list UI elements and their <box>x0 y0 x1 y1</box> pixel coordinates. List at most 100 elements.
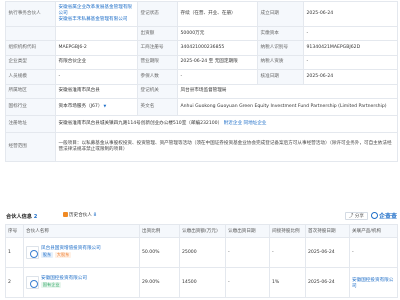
qcc-logo-icon <box>370 212 378 219</box>
business-info-table: 执行事务合伙人 安徽省属企业改革发展基金管理有限公司 安徽省丰禾私募基金管理有限… <box>5 1 398 162</box>
org-code-value: MAEPGBJ6-2 <box>55 40 138 56</box>
qcc-logo: 企查查 <box>370 211 397 220</box>
info-row-address: 注册地址 安徽省淮南市凤台县城关镇四九路114号创新创业办公楼510室（邮编23… <box>5 114 398 133</box>
row-first-date: 2025-06-24 <box>305 267 350 298</box>
row-indirect: - <box>269 237 306 268</box>
row-amount: 25000 <box>179 237 226 268</box>
same-address-link[interactable]: 同地址企业 <box>244 121 267 126</box>
row-ratio: 29.00% <box>139 267 180 298</box>
info-row-industry: 国标行业 资本市场服务（J67）▼ 英文名 Anhui Guokong Guoy… <box>5 97 398 116</box>
shareholders-count: 2 <box>33 214 38 220</box>
row-date: - <box>225 267 270 298</box>
en-name-value: Anhui Guokong Guoyuan Green Equity Inves… <box>177 97 398 116</box>
row-product: - <box>349 237 398 268</box>
authority-label: 登记机关 <box>137 83 178 99</box>
legal-rep-value: 安徽省属企业改革发展基金管理有限公司 安徽省丰禾私募基金管理有限公司 <box>55 1 138 27</box>
staff-size-label: 人员规模 <box>5 69 56 85</box>
col-first-date[interactable]: 首次持股日期 <box>305 224 350 238</box>
insured-count-value: - <box>177 69 258 85</box>
capital-label: 出资额 <box>137 25 178 42</box>
company-logo-icon <box>26 245 39 259</box>
history-count: 8 <box>93 213 97 219</box>
col-amount[interactable]: 认缴出资额(万元) <box>179 224 226 238</box>
address-label: 注册地址 <box>5 114 56 133</box>
row-partner: 凤台县国资增值投资有限公司 股东 大股东 <box>23 237 140 268</box>
shareholders-table: 序号 合伙人名称 出资比例 认缴出资额(万元) 认缴出资日期 间接持股比例 首次… <box>5 224 398 298</box>
row-amount: 14500 <box>179 267 226 298</box>
chevron-down-icon[interactable]: ▼ <box>103 104 106 108</box>
reg-no-value: 340421000236855 <box>177 40 258 56</box>
share-icon: ⤴ <box>348 213 354 219</box>
shareholders-header-row: 序号 合伙人名称 出资比例 认缴出资额(万元) 认缴出资日期 间接持股比例 首次… <box>5 224 398 238</box>
capital-value: 50000万元 <box>177 25 258 42</box>
row-indirect: 1% <box>269 267 306 298</box>
company-logo-icon <box>26 275 39 289</box>
industry-label: 国标行业 <box>5 97 56 116</box>
info-row-region: 所属地区 安徽省淮南市凤台县 登记机关 凤台县市场监督管理局 <box>5 83 398 99</box>
partner-tag: 国有企业 <box>41 282 62 288</box>
col-product: 关联产品/机构 <box>349 224 398 238</box>
insured-count-label: 参保人数 <box>137 69 178 85</box>
address-text: 安徽省淮南市凤台县城关镇四九路114号创新创业办公楼510室（邮编232100） <box>58 120 223 126</box>
industry-value: 资本市场服务（J67）▼ <box>55 97 138 116</box>
info-row-legal-rep: 执行事务合伙人 安徽省属企业改革发展基金管理有限公司 安徽省丰禾私募基金管理有限… <box>5 1 398 27</box>
row-partner: 安徽国控投资有限公司 国有企业 <box>23 267 140 298</box>
approval-date-value: 2025-06-24 <box>303 69 398 85</box>
row-ratio: 50.00% <box>139 237 180 268</box>
business-term-value: 2025-06-24 至 无固定期限 <box>177 54 258 71</box>
address-value: 安徽省淮南市凤台县城关镇四九路114号创新创业办公楼510室（邮编232100）… <box>55 114 398 133</box>
share-button[interactable]: ⤴ 分享 <box>344 211 368 220</box>
shareholders-actions: ⤴ 分享 企查查 <box>344 211 397 220</box>
col-name: 合伙人名称 <box>23 224 140 238</box>
row-index: 2 <box>5 267 24 298</box>
company-type-label: 企业类型 <box>5 54 56 71</box>
col-ratio[interactable]: 出资比例 <box>139 224 180 238</box>
row-first-date: 2025-06-24 <box>305 237 350 268</box>
info-row-scope: 经营范围 一般项目：以私募基金从事股权投资、投资管理、资产管理等活动（须在中国证… <box>5 131 398 162</box>
en-name-label: 英文名 <box>137 97 178 116</box>
legal-rep-link-1[interactable]: 安徽省属企业改革发展基金管理有限公司 <box>59 5 135 17</box>
scope-value: 一般项目：以私募基金从事股权投资、投资管理、资产管理等活动（须在中国证券投资基金… <box>55 131 398 162</box>
company-type-value: 有限合伙企业 <box>55 54 138 71</box>
tax-no-value: 91340421MAEPGBJ62D <box>303 40 398 56</box>
shareholders-header: 合伙人信息 2 历史合伙人 8 ⤴ 分享 企查查 <box>5 210 397 223</box>
region-label: 所属地区 <box>5 83 56 99</box>
col-date[interactable]: 认缴出资日期 <box>225 224 270 238</box>
info-row-codes: 组织机构代码 MAEPGBJ6-2 工商注册号 340421000236855 … <box>5 40 398 56</box>
paid-capital-label: 实缴资本 <box>257 25 304 42</box>
row-date: - <box>225 237 270 268</box>
history-partners-button[interactable]: 历史合伙人 8 <box>63 212 96 219</box>
col-indirect: 间接持股比例 <box>269 224 306 238</box>
tax-no-label: 纳税人识别号 <box>257 40 304 56</box>
row-product-link[interactable]: 安徽国控投资有限公司 <box>349 267 398 298</box>
reg-status-label: 登记状态 <box>137 1 178 27</box>
info-row-capital: 出资额 50000万元 实缴资本 - <box>5 25 398 42</box>
col-index: 序号 <box>5 224 24 238</box>
staff-size-value: - <box>55 69 138 85</box>
taxpayer-value: - <box>303 54 398 71</box>
est-date-label: 成立日期 <box>257 1 304 27</box>
row-index: 1 <box>5 237 24 268</box>
shareholders-title: 合伙人信息 2 <box>6 214 38 220</box>
scope-label: 经营范围 <box>5 131 56 162</box>
approval-date-label: 核准日期 <box>257 69 304 85</box>
taxpayer-label: 纳税人资质 <box>257 54 304 71</box>
nearby-companies-link[interactable]: 附近企业 <box>224 121 242 126</box>
table-row: 1 凤台县国资增值投资有限公司 股东 大股东 50.00% 25000 - - 2… <box>5 237 398 268</box>
table-row: 2 安徽国控投资有限公司 国有企业 29.00% 14500 - 1% 2025… <box>5 267 398 298</box>
reg-no-label: 工商注册号 <box>137 40 178 56</box>
reg-status-value: 存续（在营、开业、在册） <box>177 1 258 27</box>
legal-rep-link-2[interactable]: 安徽省丰禾私募基金管理有限公司 <box>59 17 135 23</box>
authority-value: 凤台县市场监督管理局 <box>177 83 398 99</box>
industry-text: 资本市场服务（J67） <box>58 104 103 110</box>
history-icon <box>63 212 68 217</box>
partner-tag-major: 大股东 <box>54 252 72 258</box>
org-code-label: 组织机构代码 <box>5 40 56 56</box>
est-date-value: 2025-06-24 <box>303 1 398 27</box>
paid-capital-value: - <box>303 25 398 42</box>
info-row-staff: 人员规模 - 参保人数 - 核准日期 2025-06-24 <box>5 69 398 85</box>
region-value: 安徽省淮南市凤台县 <box>55 83 138 99</box>
partner-tag: 股东 <box>41 252 53 258</box>
info-row-type: 企业类型 有限合伙企业 营业期限 2025-06-24 至 无固定期限 纳税人资… <box>5 54 398 71</box>
business-term-label: 营业期限 <box>137 54 178 71</box>
